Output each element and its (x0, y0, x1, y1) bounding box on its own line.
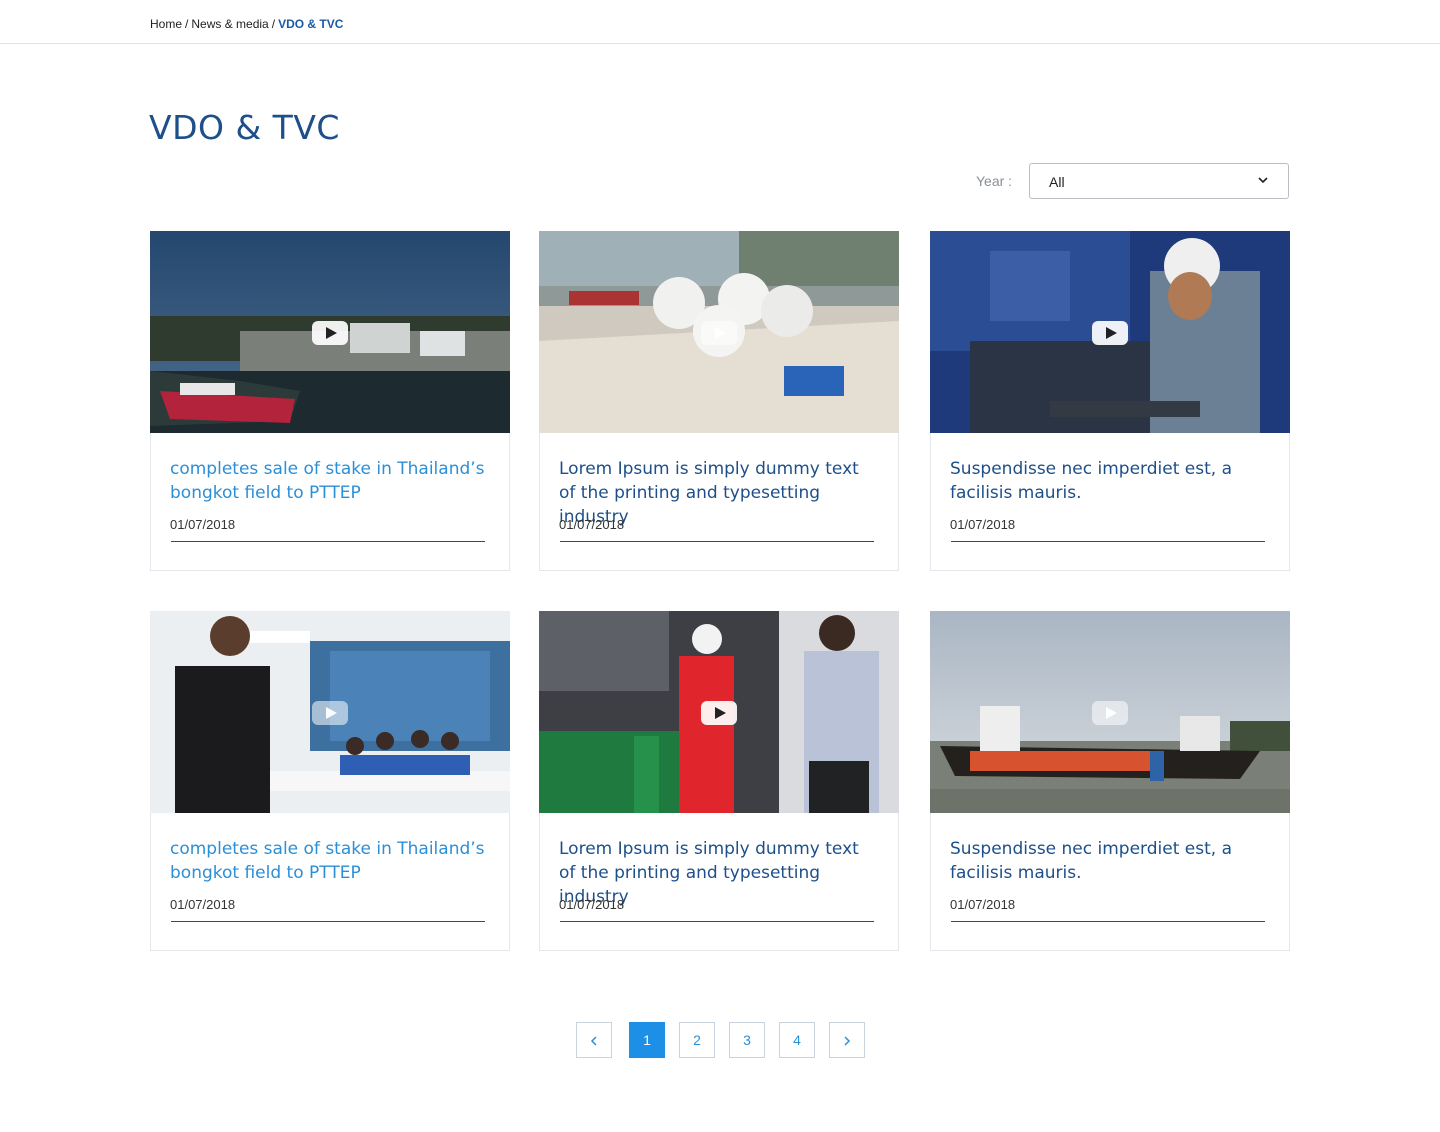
pagination-next-button[interactable] (829, 1022, 865, 1058)
chevron-down-icon (1258, 177, 1268, 184)
pagination-page-3[interactable]: 3 (729, 1022, 765, 1058)
play-icon[interactable] (701, 321, 737, 345)
play-icon[interactable] (312, 321, 348, 345)
play-icon[interactable] (701, 701, 737, 725)
video-card[interactable]: completes sale of stake in Thailand’s bo… (150, 231, 510, 571)
year-select-dropdown[interactable]: All (1029, 163, 1289, 199)
video-card-title[interactable]: Suspendisse nec imperdiet est, a facilis… (950, 837, 1270, 885)
video-card[interactable]: Lorem Ipsum is simply dummy text of the … (539, 231, 899, 571)
video-card-date: 01/07/2018 (950, 897, 1016, 912)
card-divider (171, 541, 485, 542)
video-card-title[interactable]: completes sale of stake in Thailand’s bo… (170, 837, 490, 885)
video-card-title[interactable]: completes sale of stake in Thailand’s bo… (170, 457, 490, 505)
card-divider (951, 921, 1265, 922)
breadcrumb-bar: Home / News & media / VDO & TVC (0, 0, 1440, 44)
video-card-date: 01/07/2018 (950, 517, 1016, 532)
video-card[interactable]: Suspendisse nec imperdiet est, a facilis… (930, 611, 1290, 951)
video-card-date: 01/07/2018 (170, 897, 236, 912)
breadcrumb-separator: / (271, 17, 276, 31)
card-divider (951, 541, 1265, 542)
pagination-page-1[interactable]: 1 (629, 1022, 665, 1058)
video-card-date: 01/07/2018 (170, 517, 236, 532)
breadcrumb-current: VDO & TVC (278, 17, 344, 31)
card-divider (560, 541, 874, 542)
play-icon[interactable] (1092, 701, 1128, 725)
video-thumbnail[interactable] (539, 611, 899, 813)
video-card-date: 01/07/2018 (559, 897, 625, 912)
pagination-page-4[interactable]: 4 (779, 1022, 815, 1058)
video-card[interactable]: Lorem Ipsum is simply dummy text of the … (539, 611, 899, 951)
breadcrumb-separator: / (185, 17, 189, 31)
video-thumbnail[interactable] (150, 231, 510, 433)
breadcrumb-news-media-link[interactable]: News & media (191, 17, 268, 31)
breadcrumb: Home / News & media / VDO & TVC (150, 17, 343, 31)
video-card-date: 01/07/2018 (559, 517, 625, 532)
year-filter-label: Year : (976, 173, 1013, 189)
video-thumbnail[interactable] (930, 611, 1290, 813)
video-card-title[interactable]: Suspendisse nec imperdiet est, a facilis… (950, 457, 1270, 505)
video-card[interactable]: completes sale of stake in Thailand’s bo… (150, 611, 510, 951)
chevron-right-icon (844, 1036, 851, 1046)
play-icon[interactable] (312, 701, 348, 725)
chevron-left-icon (590, 1036, 597, 1046)
video-card[interactable]: Suspendisse nec imperdiet est, a facilis… (930, 231, 1290, 571)
play-icon[interactable] (1092, 321, 1128, 345)
breadcrumb-home-link[interactable]: Home (150, 17, 182, 31)
pagination-prev-button[interactable] (576, 1022, 612, 1058)
video-thumbnail[interactable] (930, 231, 1290, 433)
video-thumbnail[interactable] (539, 231, 899, 433)
pagination-page-2[interactable]: 2 (679, 1022, 715, 1058)
page-title: VDO & TVC (149, 108, 340, 147)
video-thumbnail[interactable] (150, 611, 510, 813)
year-select-value: All (1049, 174, 1065, 190)
card-divider (171, 921, 485, 922)
card-divider (560, 921, 874, 922)
